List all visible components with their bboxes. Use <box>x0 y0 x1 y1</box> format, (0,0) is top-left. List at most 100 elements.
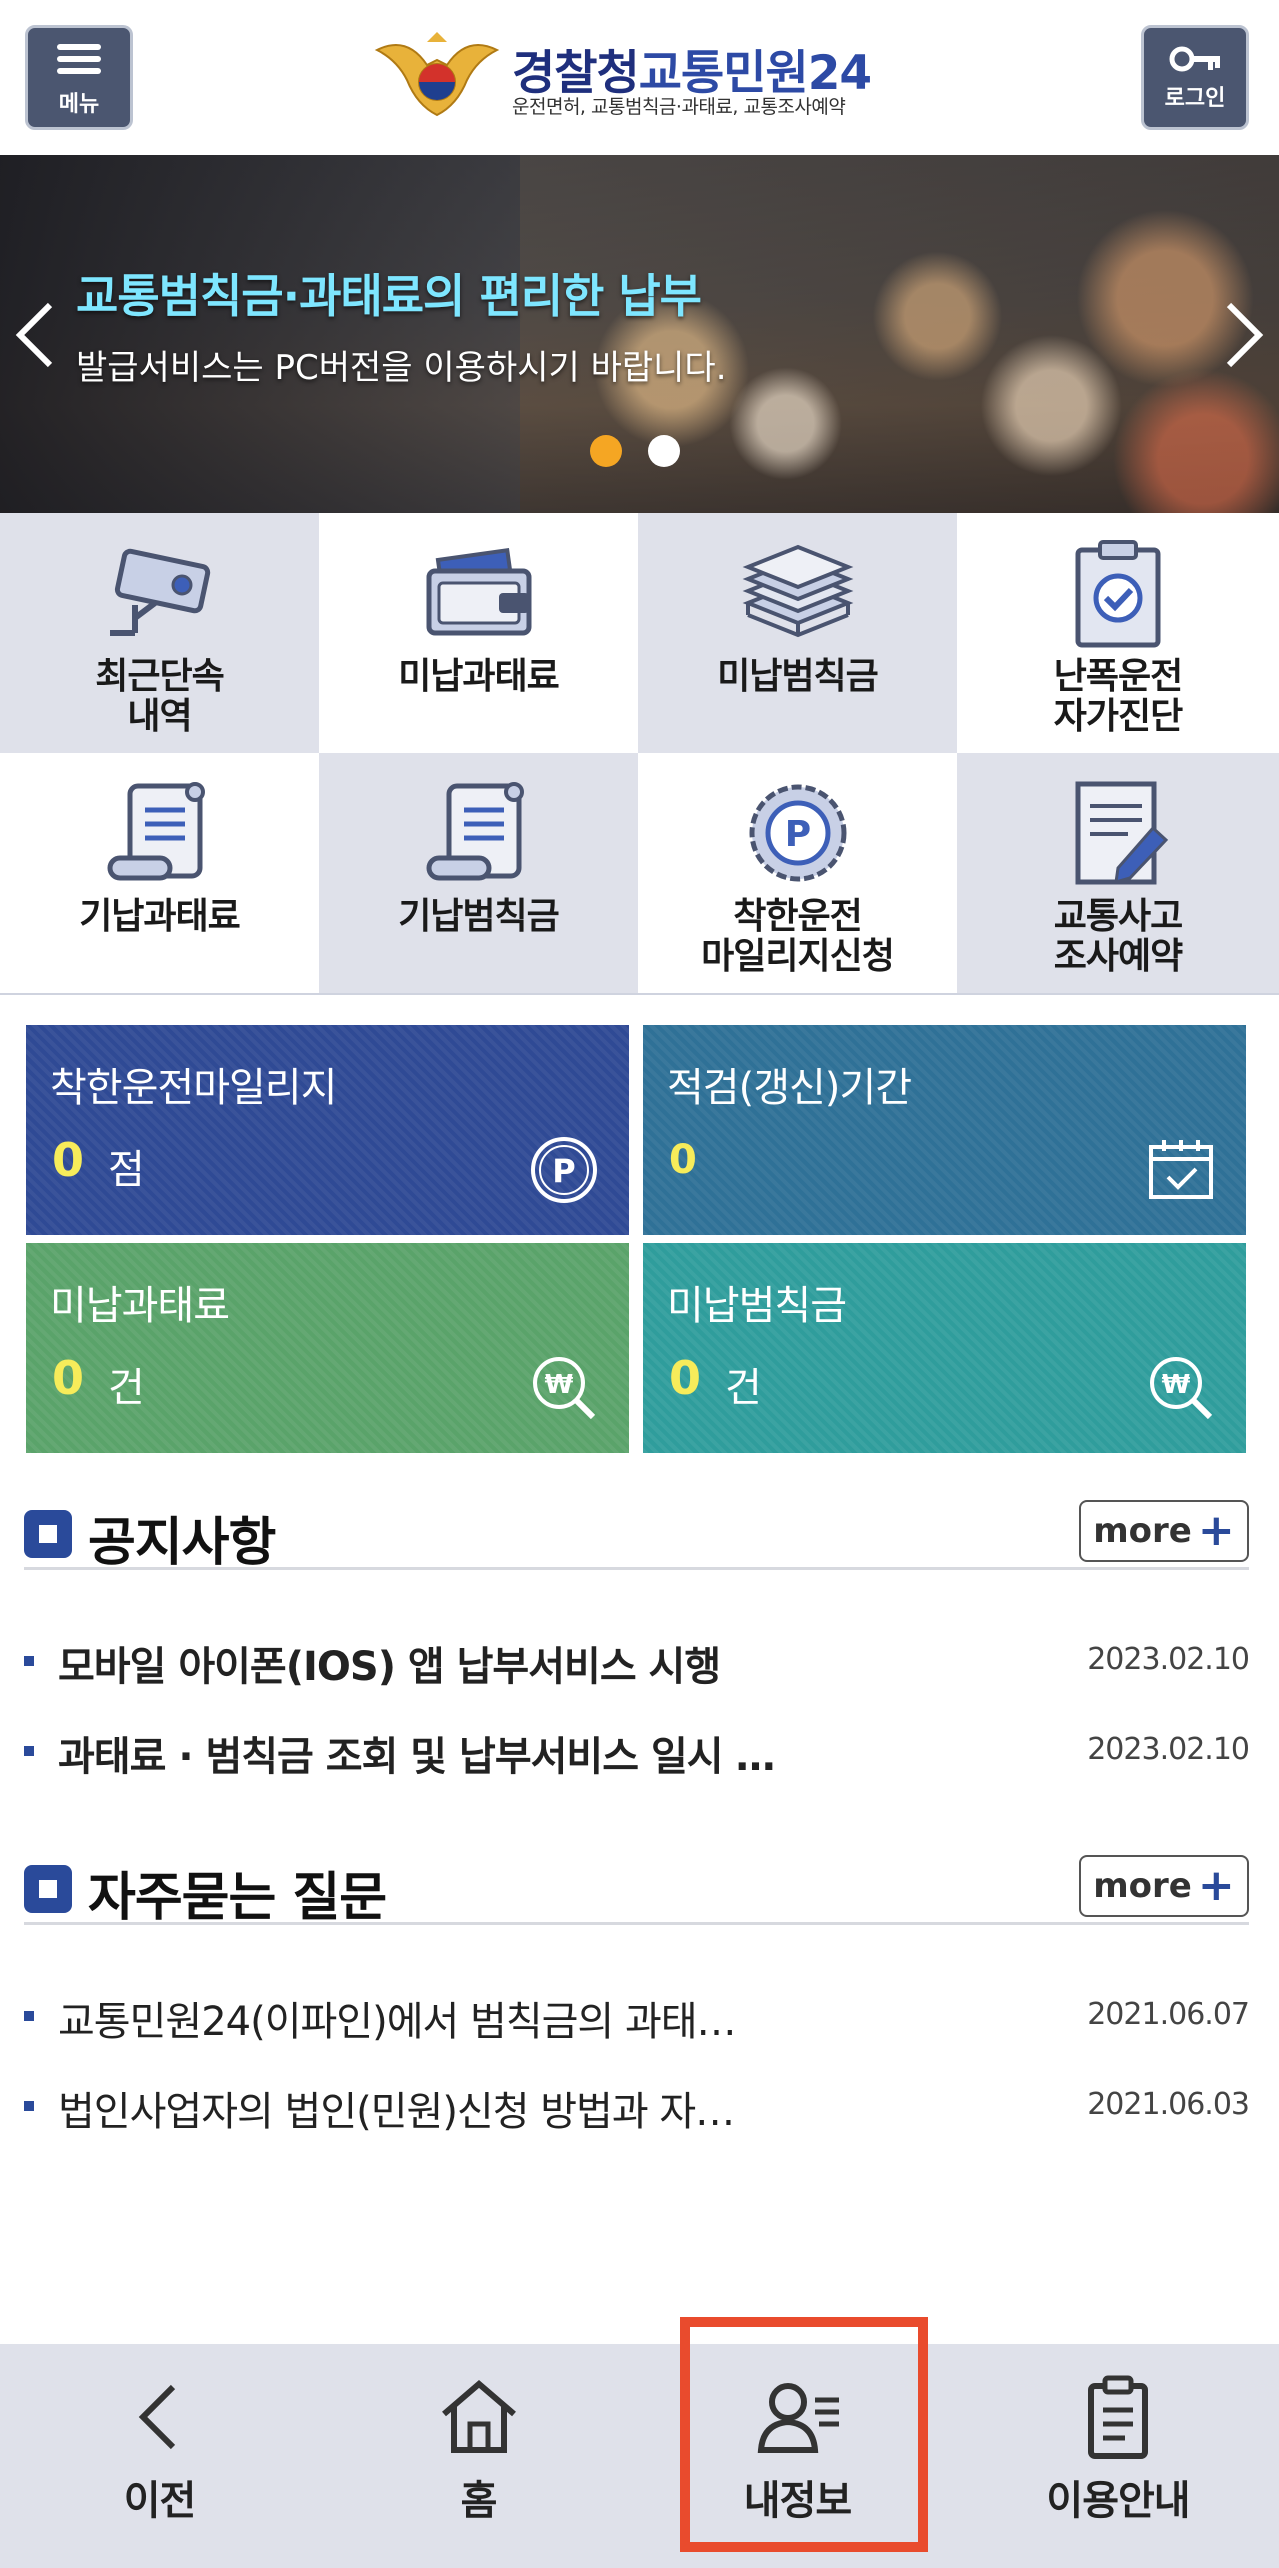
svg-text:₩: ₩ <box>545 1370 574 1400</box>
faq-item[interactable]: 법인사업자의 법인(민원)신청 방법과 자… 2021.06.03 <box>24 2065 1250 2145</box>
notice-section-header: 공지사항 more + <box>24 1490 1249 1573</box>
svg-text:P: P <box>784 814 810 855</box>
section-title: 자주묻는 질문 <box>88 1868 387 1928</box>
tile-inspection-period[interactable]: 적검(갱신)기간 0 <box>643 1025 1246 1235</box>
service-menu-grid: 최근단속 내역 미납과태료 미납범칙금 난폭운전 자가진단 기납과태료 기납범칙… <box>0 513 1279 995</box>
tile-safe-driving-mileage[interactable]: 착한운전마일리지 0 점 P <box>26 1025 629 1235</box>
banner-dot-2[interactable] <box>648 435 680 467</box>
tile-unpaid-fines[interactable]: 미납과태료 0 건 ₩ <box>26 1243 629 1453</box>
menu-label: 착한운전 마일리지신청 <box>701 896 895 977</box>
money-stack-icon <box>733 533 863 653</box>
nav-home[interactable]: 홈 <box>319 2344 638 2568</box>
more-label: more <box>1093 1511 1192 1551</box>
menu-label: 교통사고 조사예약 <box>1053 896 1183 977</box>
menu-label: 최근단속 내역 <box>95 656 224 737</box>
banner-image-left <box>0 155 520 513</box>
menu-accident-investigation-booking[interactable]: 교통사고 조사예약 <box>957 753 1279 993</box>
tile-unpaid-penalties[interactable]: 미납범칙금 0 건 ₩ <box>643 1243 1246 1453</box>
menu-label: 난폭운전 자가진단 <box>1053 656 1183 737</box>
bullet-icon <box>24 1656 34 1666</box>
tile-unit: 건 <box>108 1365 145 1411</box>
svg-text:₩: ₩ <box>1162 1370 1191 1400</box>
banner-subline: 발급서비스는 PC버전을 이용하시기 바랍니다. <box>76 348 727 388</box>
tile-value: 0 <box>52 1351 85 1405</box>
menu-paid-fines[interactable]: 기납과태료 <box>0 753 319 993</box>
faq-more-button[interactable]: more + <box>1079 1855 1249 1917</box>
menu-recent-enforcement[interactable]: 최근단속 내역 <box>0 513 319 753</box>
menu-reckless-driving-check[interactable]: 난폭운전 자가진단 <box>957 513 1279 753</box>
notice-title: 모바일 아이폰(IOS) 앱 납부서비스 시행 <box>58 1644 721 1690</box>
points-icon: P <box>531 1137 597 1203</box>
site-logo[interactable]: 경찰청교통민원24 운전면허, 교통범칙금·과태료, 교통조사예약 <box>372 30 912 130</box>
scroll-document-icon <box>414 773 544 893</box>
tile-unit: 건 <box>725 1365 762 1411</box>
faq-item[interactable]: 교통민원24(이파인)에서 범칙금의 과태… 2021.06.07 <box>24 1975 1250 2055</box>
bottom-navigation: 이전 홈 내정보 이용안내 <box>0 2344 1279 2568</box>
mileage-coin-icon: P <box>733 773 863 893</box>
app-header: 메뉴 경찰청교통민원24 운전면허, 교통범칙금·과태료, 교통조사예약 로그인 <box>0 0 1279 155</box>
menu-label: 미납과태료 <box>398 656 560 697</box>
menu-label: 기납범칙금 <box>398 896 560 937</box>
faq-title: 법인사업자의 법인(민원)신청 방법과 자… <box>58 2089 735 2135</box>
notice-item[interactable]: 모바일 아이폰(IOS) 앱 납부서비스 시행 2023.02.10 <box>24 1620 1250 1700</box>
notice-item[interactable]: 과태료 · 범칙금 조회 및 납부서비스 일시 … 2023.02.10 <box>24 1710 1250 1790</box>
login-button[interactable]: 로그인 <box>1141 25 1249 130</box>
key-icon <box>1169 46 1220 71</box>
nav-label: 이용안내 <box>1046 2478 1190 2524</box>
menu-unpaid-penalties[interactable]: 미납범칙금 <box>638 513 957 753</box>
chevron-left-icon <box>138 2384 175 2450</box>
section-square-icon <box>24 1865 72 1913</box>
tile-title: 착한운전마일리지 <box>50 1065 337 1111</box>
banner-next-arrow-icon[interactable] <box>1219 295 1269 375</box>
faq-section-header: 자주묻는 질문 more + <box>24 1845 1249 1928</box>
notice-date: 2023.02.10 <box>1087 1732 1250 1767</box>
banner-headline: 교통범칙금·과태료의 편리한 납부 <box>76 269 702 323</box>
tile-unit: 점 <box>108 1147 145 1193</box>
banner-dot-1[interactable] <box>590 435 622 467</box>
login-label: 로그인 <box>1164 85 1226 111</box>
calendar-check-icon <box>1149 1140 1213 1199</box>
notice-more-button[interactable]: more + <box>1079 1500 1249 1562</box>
clipboard-check-icon <box>1053 533 1183 653</box>
tile-title: 미납범칙금 <box>667 1283 847 1329</box>
document-pen-icon <box>1053 773 1183 893</box>
menu-label: 미납범칙금 <box>717 656 879 697</box>
more-label: more <box>1093 1866 1192 1906</box>
won-search-icon: ₩ <box>533 1357 596 1420</box>
home-icon <box>441 2380 516 2453</box>
menu-label: 메뉴 <box>58 91 100 117</box>
tile-value: 0 <box>52 1133 85 1187</box>
faq-date: 2021.06.07 <box>1087 1997 1250 2032</box>
tile-value: 0 <box>669 1351 702 1405</box>
won-search-icon: ₩ <box>1150 1357 1213 1420</box>
wallet-icon <box>414 533 544 653</box>
bullet-icon <box>24 2011 34 2021</box>
section-square-icon <box>24 1510 72 1558</box>
highlight-box <box>680 2317 928 2552</box>
nav-back[interactable]: 이전 <box>0 2344 319 2568</box>
menu-unpaid-fines[interactable]: 미납과태료 <box>319 513 638 753</box>
plus-icon: + <box>1197 1860 1235 1911</box>
svg-text:P: P <box>552 1152 575 1190</box>
plus-icon: + <box>1197 1505 1235 1556</box>
scroll-document-icon <box>95 773 225 893</box>
section-title: 공지사항 <box>88 1513 276 1573</box>
banner-prev-arrow-icon[interactable] <box>10 295 60 375</box>
menu-paid-penalties[interactable]: 기납범칙금 <box>319 753 638 993</box>
notice-date: 2023.02.10 <box>1087 1642 1250 1677</box>
police-emblem-icon <box>374 32 500 117</box>
tile-title: 미납과태료 <box>50 1283 230 1329</box>
menu-mileage-application[interactable]: P 착한운전 마일리지신청 <box>638 753 957 993</box>
menu-label: 기납과태료 <box>79 896 241 937</box>
menu-button[interactable]: 메뉴 <box>25 25 133 130</box>
notice-title: 과태료 · 범칙금 조회 및 납부서비스 일시 … <box>58 1734 775 1780</box>
tile-title: 적검(갱신)기간 <box>667 1065 912 1111</box>
bullet-icon <box>24 1746 34 1756</box>
banner-image-traffic <box>520 155 1279 513</box>
tile-value: 0 <box>669 1137 697 1183</box>
clipboard-list-icon <box>1088 2375 1148 2459</box>
promo-banner[interactable]: 교통범칙금·과태료의 편리한 납부 발급서비스는 PC버전을 이용하시기 바랍니… <box>0 155 1279 513</box>
nav-user-guide[interactable]: 이용안내 <box>957 2344 1279 2568</box>
hamburger-icon <box>57 38 101 80</box>
bullet-icon <box>24 2101 34 2111</box>
